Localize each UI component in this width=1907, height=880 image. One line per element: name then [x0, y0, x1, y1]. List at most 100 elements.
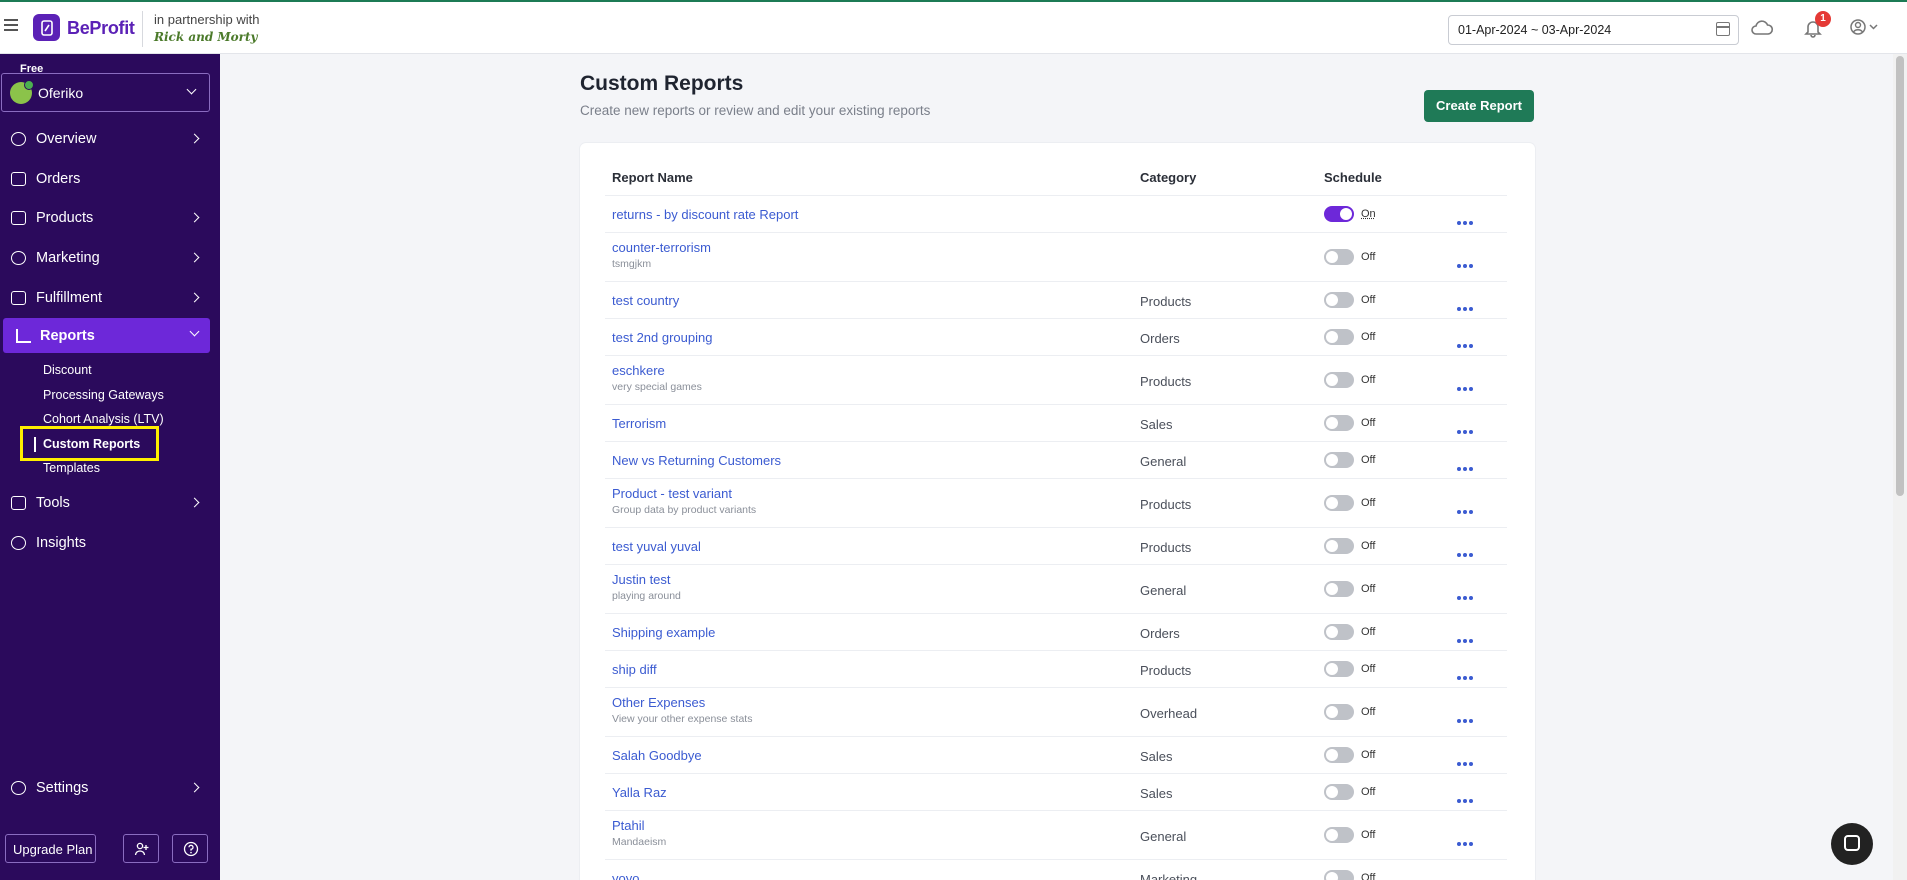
- sidebar-subitem-cohort-analysis[interactable]: Cohort Analysis (LTV): [43, 412, 164, 426]
- user-menu-icon[interactable]: [1848, 16, 1874, 42]
- sidebar-item-overview[interactable]: Overview: [0, 120, 220, 158]
- table-row[interactable]: yoyo Marketing Off: [605, 859, 1507, 880]
- more-options-icon[interactable]: [1457, 255, 1475, 261]
- report-name-link[interactable]: Product - test variant: [612, 486, 732, 501]
- schedule-toggle[interactable]: [1324, 206, 1354, 222]
- schedule-toggle[interactable]: [1324, 538, 1354, 554]
- more-options-icon[interactable]: [1457, 667, 1475, 673]
- schedule-toggle[interactable]: [1324, 624, 1354, 640]
- more-options-icon[interactable]: [1457, 501, 1475, 507]
- report-name-link[interactable]: test yuval yuval: [612, 539, 701, 554]
- table-row[interactable]: Terrorism Sales Off: [605, 404, 1507, 441]
- more-options-icon[interactable]: [1457, 212, 1475, 218]
- schedule-toggle[interactable]: [1324, 292, 1354, 308]
- table-row[interactable]: Justin test playing around General Off: [605, 564, 1507, 613]
- table-row[interactable]: Yalla Raz Sales Off: [605, 773, 1507, 810]
- more-options-icon[interactable]: [1457, 378, 1475, 384]
- more-options-icon[interactable]: [1457, 876, 1475, 880]
- schedule-toggle[interactable]: [1324, 495, 1354, 511]
- schedule-toggle[interactable]: [1324, 784, 1354, 800]
- table-row[interactable]: Product - test variant Group data by prod…: [605, 478, 1507, 527]
- report-name-link[interactable]: counter-terrorism: [612, 240, 711, 255]
- table-row[interactable]: counter-terrorism tsmgjkm Off: [605, 232, 1507, 281]
- report-name-link[interactable]: eschkere: [612, 363, 665, 378]
- report-name-link[interactable]: yoyo: [612, 871, 639, 880]
- help-button[interactable]: [172, 834, 208, 863]
- more-options-icon[interactable]: [1457, 710, 1475, 716]
- table-row[interactable]: Shipping example Orders Off: [605, 613, 1507, 650]
- report-name-link[interactable]: Other Expenses: [612, 695, 705, 710]
- cloud-icon[interactable]: [1749, 16, 1775, 42]
- table-row[interactable]: ship diff Products Off: [605, 650, 1507, 687]
- store-selector[interactable]: Oferiko: [1, 73, 210, 112]
- schedule-toggle[interactable]: [1324, 704, 1354, 720]
- schedule-toggle[interactable]: [1324, 581, 1354, 597]
- more-options-icon[interactable]: [1457, 458, 1475, 464]
- report-name-link[interactable]: Shipping example: [612, 625, 715, 640]
- sidebar-item-fulfillment[interactable]: Fulfillment: [0, 279, 220, 317]
- more-options-icon[interactable]: [1457, 587, 1475, 593]
- more-options-icon[interactable]: [1457, 833, 1475, 839]
- schedule-toggle[interactable]: [1324, 329, 1354, 345]
- report-name-link[interactable]: test 2nd grouping: [612, 330, 712, 345]
- table-row[interactable]: test 2nd grouping Orders Off: [605, 318, 1507, 355]
- report-name-link[interactable]: Ptahil: [612, 818, 645, 833]
- report-name-link[interactable]: Terrorism: [612, 416, 666, 431]
- sidebar-item-marketing[interactable]: Marketing: [0, 239, 220, 277]
- report-name-link[interactable]: test country: [612, 293, 679, 308]
- more-options-icon[interactable]: [1457, 421, 1475, 427]
- schedule-status: Off: [1361, 872, 1375, 880]
- chat-button[interactable]: [1831, 823, 1873, 865]
- add-user-button[interactable]: [123, 834, 159, 863]
- schedule-toggle[interactable]: [1324, 747, 1354, 763]
- sidebar-subitem-discount[interactable]: Discount: [43, 363, 92, 377]
- more-options-icon[interactable]: [1457, 753, 1475, 759]
- sidebar-item-tools[interactable]: Tools: [0, 484, 220, 522]
- schedule-toggle[interactable]: [1324, 870, 1354, 880]
- upgrade-plan-button[interactable]: Upgrade Plan: [5, 834, 96, 863]
- sidebar-item-insights[interactable]: Insights: [0, 524, 220, 562]
- table-row[interactable]: New vs Returning Customers General Off: [605, 441, 1507, 478]
- more-options-icon[interactable]: [1457, 630, 1475, 636]
- table-row[interactable]: Ptahil Mandaeism General Off: [605, 810, 1507, 859]
- table-row[interactable]: test country Products Off: [605, 281, 1507, 318]
- schedule-toggle[interactable]: [1324, 372, 1354, 388]
- table-row[interactable]: eschkere very special games Products Off: [605, 355, 1507, 404]
- schedule-toggle[interactable]: [1324, 249, 1354, 265]
- more-options-icon[interactable]: [1457, 790, 1475, 796]
- report-name-link[interactable]: ship diff: [612, 662, 657, 677]
- report-name-link[interactable]: Salah Goodbye: [612, 748, 702, 763]
- table-row[interactable]: returns - by discount rate Report On: [605, 195, 1507, 232]
- chat-icon: [1844, 835, 1860, 851]
- create-report-button[interactable]: Create Report: [1424, 90, 1534, 122]
- schedule-toggle[interactable]: [1324, 827, 1354, 843]
- sidebar-item-orders[interactable]: Orders: [0, 160, 220, 198]
- schedule-toggle[interactable]: [1324, 452, 1354, 468]
- schedule-toggle[interactable]: [1324, 415, 1354, 431]
- scrollbar[interactable]: [1893, 54, 1907, 880]
- table-row[interactable]: Salah Goodbye Sales Off: [605, 736, 1507, 773]
- sidebar-item-products[interactable]: Products: [0, 199, 220, 237]
- schedule-status: Off: [1361, 583, 1375, 595]
- scrollbar-thumb[interactable]: [1896, 56, 1904, 496]
- report-category: Orders: [1140, 331, 1180, 346]
- date-range-picker[interactable]: 01-Apr-2024 ~ 03-Apr-2024: [1448, 15, 1739, 45]
- sidebar-item-label: Orders: [36, 171, 80, 187]
- more-options-icon[interactable]: [1457, 335, 1475, 341]
- sidebar-item-settings[interactable]: Settings: [0, 769, 220, 807]
- more-options-icon[interactable]: [1457, 544, 1475, 550]
- report-name-link[interactable]: Yalla Raz: [612, 785, 667, 800]
- table-row[interactable]: test yuval yuval Products Off: [605, 527, 1507, 564]
- sidebar-subitem-templates[interactable]: Templates: [43, 461, 100, 475]
- beprofit-logo-icon[interactable]: [33, 14, 60, 41]
- menu-icon[interactable]: [4, 19, 18, 31]
- sidebar-subitem-processing-gateways[interactable]: Processing Gateways: [43, 388, 164, 402]
- schedule-toggle[interactable]: [1324, 661, 1354, 677]
- report-name-link[interactable]: Justin test: [612, 572, 671, 587]
- report-name-link[interactable]: New vs Returning Customers: [612, 453, 781, 468]
- column-header-name: Report Name: [612, 170, 693, 185]
- report-name-link[interactable]: returns - by discount rate Report: [612, 207, 798, 222]
- more-options-icon[interactable]: [1457, 298, 1475, 304]
- sidebar-item-reports[interactable]: Reports: [3, 318, 210, 353]
- table-row[interactable]: Other Expenses View your other expense st…: [605, 687, 1507, 736]
